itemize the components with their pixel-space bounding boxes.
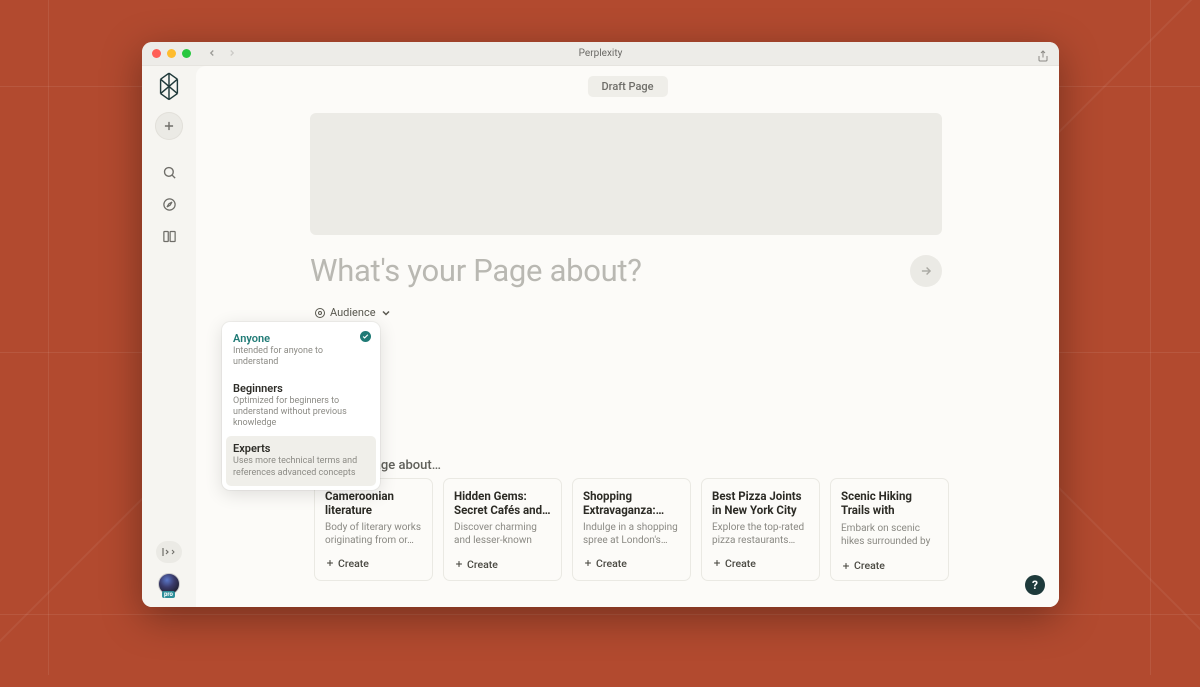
create-button[interactable]: Create (712, 557, 809, 570)
plus-icon (841, 561, 851, 571)
draft-chip[interactable]: Draft Page (587, 76, 667, 97)
card-title: Cameroonian literature (325, 489, 422, 518)
audience-option-anyone[interactable]: Anyone Intended for anyone to understand (226, 326, 376, 376)
audience-option-experts[interactable]: Experts Uses more technical terms and re… (226, 436, 376, 486)
plus-icon (325, 558, 335, 568)
suggestion-card[interactable]: Hidden Gems: Secret Cafés and… Discover … (443, 478, 562, 581)
plus-icon (583, 558, 593, 568)
audience-label: Audience (330, 306, 376, 319)
suggestion-card[interactable]: Cameroonian literature Body of literary … (314, 478, 433, 581)
create-button[interactable]: Create (583, 557, 680, 570)
audience-option-title: Experts (233, 442, 369, 455)
audience-option-desc: Uses more technical terms and references… (233, 456, 369, 479)
plus-icon (454, 559, 464, 569)
window-title: Perplexity (142, 48, 1059, 59)
expand-sidebar-button[interactable] (156, 541, 182, 563)
main-content: Draft Page What's your Page about? Audie… (196, 66, 1059, 607)
chevron-down-icon (380, 307, 392, 319)
card-desc: Embark on scenic hikes surrounded by stu… (841, 522, 938, 549)
plus-icon (712, 558, 722, 568)
card-desc: Discover charming and lesser-known coffe… (454, 521, 551, 548)
audience-icon (314, 307, 326, 319)
library-icon[interactable] (155, 222, 183, 250)
create-button[interactable]: Create (841, 559, 938, 572)
suggestion-card[interactable]: Scenic Hiking Trails with Breathtaking… … (830, 478, 949, 581)
audience-option-title: Anyone (233, 332, 369, 345)
audience-option-desc: Optimized for beginners to understand wi… (233, 396, 369, 430)
forward-icon[interactable] (227, 47, 237, 61)
card-title: Best Pizza Joints in New York City (712, 489, 809, 518)
app-window: Perplexity (142, 42, 1059, 607)
sidebar: pro (142, 66, 196, 607)
perplexity-logo[interactable] (157, 72, 181, 102)
back-icon[interactable] (207, 47, 217, 61)
close-window-icon[interactable] (152, 49, 161, 58)
zoom-window-icon[interactable] (182, 49, 191, 58)
avatar[interactable]: pro (158, 573, 180, 595)
suggestion-cards: Cameroonian literature Body of literary … (314, 478, 949, 581)
card-desc: Indulge in a shopping spree at London's… (583, 521, 680, 547)
audience-dropdown: Anyone Intended for anyone to understand… (222, 322, 380, 490)
check-icon (360, 331, 371, 342)
window-controls[interactable] (142, 49, 191, 58)
page-prompt-input[interactable]: What's your Page about? (310, 252, 910, 289)
audience-option-beginners[interactable]: Beginners Optimized for beginners to und… (226, 376, 376, 437)
search-icon[interactable] (155, 158, 183, 186)
card-title: Shopping Extravaganza:… (583, 489, 680, 518)
submit-button[interactable] (910, 255, 942, 287)
audience-option-title: Beginners (233, 382, 369, 395)
audience-trigger[interactable]: Audience (314, 306, 392, 319)
pro-badge: pro (162, 591, 175, 598)
suggestion-card[interactable]: Shopping Extravaganza:… Indulge in a sho… (572, 478, 691, 581)
card-desc: Explore the top-rated pizza restaurants… (712, 521, 809, 547)
create-button[interactable]: Create (454, 558, 551, 571)
new-button[interactable] (155, 112, 183, 140)
card-title: Hidden Gems: Secret Cafés and… (454, 489, 551, 518)
card-title: Scenic Hiking Trails with Breathtaking… (841, 489, 938, 519)
hero-image-placeholder[interactable] (310, 113, 942, 235)
suggestion-card[interactable]: Best Pizza Joints in New York City Explo… (701, 478, 820, 581)
create-button[interactable]: Create (325, 557, 422, 570)
minimize-window-icon[interactable] (167, 49, 176, 58)
help-button[interactable]: ? (1025, 575, 1045, 595)
audience-option-desc: Intended for anyone to understand (233, 346, 369, 369)
share-icon[interactable] (1037, 47, 1049, 66)
card-desc: Body of literary works originating from … (325, 521, 422, 547)
discover-icon[interactable] (155, 190, 183, 218)
titlebar: Perplexity (142, 42, 1059, 66)
